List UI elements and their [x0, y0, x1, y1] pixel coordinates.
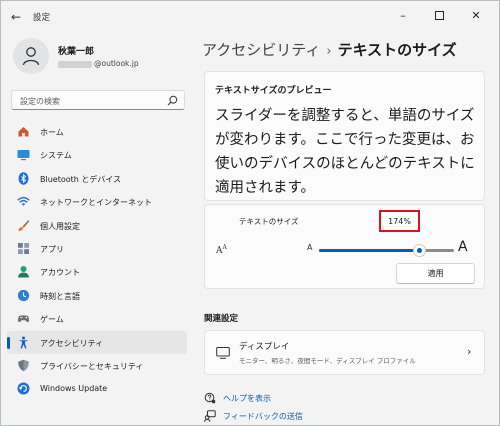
apps-icon [18, 242, 29, 254]
game-icon [18, 315, 29, 323]
back-arrow-icon[interactable]: ← [9, 10, 23, 24]
bluetooth-icon [18, 172, 29, 185]
slider-thumb[interactable] [412, 244, 426, 257]
display-description: モニター、明るさ、夜間モード、ディスプレイ プロファイル [239, 357, 416, 365]
sidebar-item-accounts[interactable]: アカウント [7, 260, 187, 283]
help-icon [204, 392, 216, 404]
page-title: テキストのサイズ [337, 41, 457, 59]
related-settings-header: 関連設定 [204, 314, 239, 324]
minimize-icon[interactable]: – [392, 5, 414, 27]
close-icon[interactable]: ✕ [465, 5, 487, 27]
display-title: ディスプレイ [239, 342, 290, 352]
preview-text: スライダーを調整すると、単語のサイズが変わります。ここで行った変更は、お使いのデ… [215, 108, 475, 196]
shield-icon [18, 359, 29, 372]
slider-max-label: A [458, 239, 468, 255]
help-link-label[interactable]: ヘルプを表示 [223, 393, 271, 404]
sidebar-item-network[interactable]: ネットワークとインターネット [7, 190, 187, 213]
sidebar-item-time-language[interactable]: 時刻と言語 [7, 284, 187, 307]
app-title: 設定 [33, 13, 51, 23]
account-email-suffix: @outlook.jp [94, 59, 139, 68]
sidebar-item-label: アクセシビリティ [40, 338, 104, 348]
slider-min-label: A [307, 243, 313, 252]
sidebar-item-label: 個人用設定 [40, 221, 80, 231]
redacted-email [58, 60, 92, 68]
search-placeholder: 設定の検索 [20, 97, 60, 106]
display-settings-item[interactable]: ディスプレイ モニター、明るさ、夜間モード、ディスプレイ プロファイル › [204, 330, 485, 375]
person-icon [22, 47, 40, 66]
account-icon [18, 266, 29, 278]
sidebar-item-label: プライバシーとセキュリティ [40, 361, 144, 371]
account-name: 秋葉一郎 [58, 47, 95, 57]
sidebar-item-label: 時刻と言語 [40, 291, 80, 301]
sidebar-item-label: Windows Update [40, 384, 108, 394]
sidebar-item-label: ホーム [40, 128, 64, 137]
sidebar-item-apps[interactable]: アプリ [7, 237, 187, 260]
brush-icon [18, 219, 30, 231]
search-input[interactable]: 設定の検索 [11, 90, 185, 110]
chevron-right-icon: › [467, 345, 472, 358]
sidebar-item-label: Bluetooth とデバイス [40, 174, 122, 184]
breadcrumb-separator: › [326, 44, 332, 59]
sidebar-item-windows-update[interactable]: Windows Update [7, 377, 187, 400]
text-size-label: テキストのサイズ [239, 217, 299, 226]
sidebar-item-label: ネットワークとインターネット [40, 198, 152, 208]
text-size-card: テキストのサイズ 174% AA A A 適用 [204, 204, 485, 289]
text-size-value: 174% [388, 217, 411, 226]
sidebar-item-bluetooth[interactable]: Bluetooth とデバイス [7, 167, 187, 190]
sidebar-item-label: アカウント [40, 268, 80, 278]
sidebar-item-label: システム [40, 151, 72, 161]
avatar[interactable] [13, 38, 49, 74]
sidebar-item-home[interactable]: ホーム [7, 120, 187, 143]
title-bar: ← 設定 – ✕ [1, 1, 499, 33]
time-language-icon [17, 289, 30, 301]
accessibility-icon [18, 336, 29, 349]
feedback-link-label[interactable]: フィードバックの送信 [223, 411, 303, 422]
system-icon [17, 150, 30, 161]
sidebar-item-personalization[interactable]: 個人用設定 [7, 214, 187, 237]
display-icon [216, 347, 230, 359]
search-icon[interactable] [167, 95, 178, 106]
maximize-icon[interactable] [428, 5, 450, 27]
apply-button[interactable]: 適用 [396, 263, 475, 284]
settings-window: ← 設定 – ✕ 秋葉一郎 @outlook.jp 設定の検索 ホーム システム… [0, 0, 500, 426]
selection-indicator [7, 336, 10, 349]
sidebar-item-system[interactable]: システム [7, 143, 187, 166]
feedback-icon [204, 410, 216, 422]
breadcrumb-parent[interactable]: アクセシビリティ [202, 41, 320, 59]
account-email: @outlook.jp [58, 59, 139, 68]
sidebar-item-label: アプリ [40, 244, 64, 254]
slider-value-tooltip: 174% [379, 210, 420, 232]
preview-card: テキストサイズのプレビュー スライダーを調整すると、単語のサイズが変わります。こ… [204, 71, 485, 201]
wifi-icon [17, 197, 30, 206]
sidebar-nav: ホーム システム Bluetooth とデバイス ネットワークとインターネット [7, 120, 187, 401]
preview-title: テキストサイズのプレビュー [215, 86, 332, 96]
sidebar-item-accessibility[interactable]: アクセシビリティ [7, 330, 187, 354]
text-size-icon: AA [216, 244, 227, 256]
home-icon [18, 127, 29, 137]
sidebar-item-label: ゲーム [40, 315, 64, 325]
sidebar-item-privacy[interactable]: プライバシーとセキュリティ [7, 354, 187, 377]
breadcrumb: アクセシビリティ › テキストのサイズ [202, 39, 457, 60]
text-size-slider[interactable] [319, 244, 454, 257]
update-icon [17, 382, 30, 395]
slider-fill [319, 249, 419, 252]
sidebar-item-gaming[interactable]: ゲーム [7, 307, 187, 330]
